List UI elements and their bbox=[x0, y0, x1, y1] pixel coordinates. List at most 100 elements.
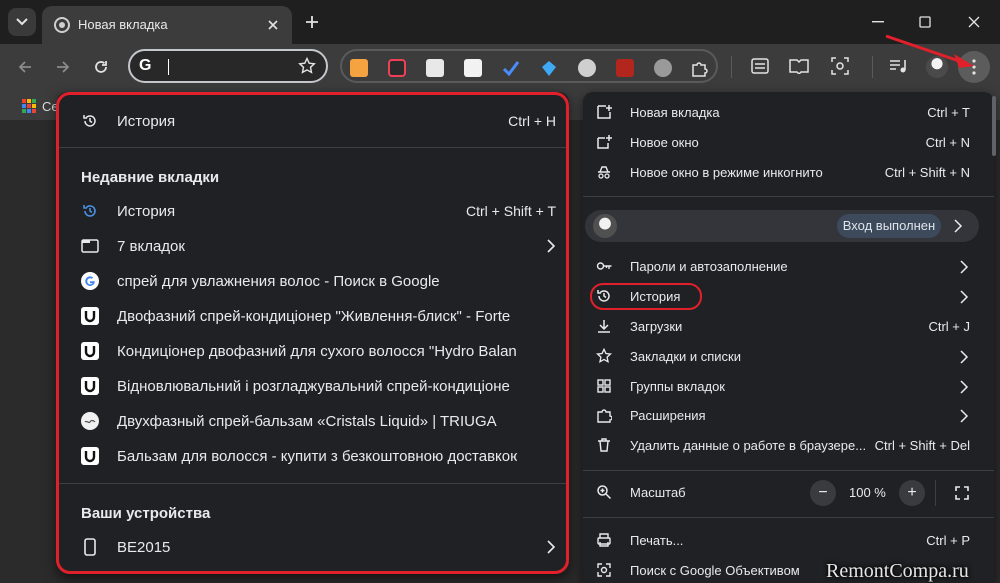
toolbar: G bbox=[0, 44, 1000, 90]
reading-list-icon[interactable] bbox=[750, 56, 770, 76]
menu-item-history[interactable]: История bbox=[583, 282, 994, 312]
puzzle-icon[interactable] bbox=[690, 59, 708, 77]
profile-avatar[interactable] bbox=[926, 56, 948, 78]
menu-item-label: Новая вкладка bbox=[630, 105, 720, 120]
zoom-in-button[interactable]: + bbox=[899, 480, 925, 506]
globe-extension-icon[interactable] bbox=[578, 59, 596, 77]
phone-icon bbox=[81, 538, 99, 556]
plus-icon bbox=[306, 16, 318, 28]
zoom-level: 100 % bbox=[849, 485, 886, 500]
address-input[interactable] bbox=[166, 57, 290, 77]
menu-item-bookmarks[interactable]: Закладки и списки bbox=[583, 342, 994, 372]
shortcut-text: Ctrl + T bbox=[927, 105, 970, 120]
chevron-right-icon bbox=[547, 239, 556, 253]
recent-tab-item[interactable]: Двофазний спрей-кондиціонер "Живлення-бл… bbox=[57, 299, 569, 333]
history-menu-item[interactable]: История Ctrl + H bbox=[57, 104, 569, 138]
menu-item-label: Пароли и автозаполнение bbox=[630, 259, 788, 274]
menu-item-zoom: Масштаб − 100 % + bbox=[583, 478, 994, 508]
arrow-left-icon bbox=[18, 61, 31, 73]
chevron-right-icon bbox=[547, 540, 556, 554]
record-extension-icon[interactable] bbox=[654, 59, 672, 77]
menu-item-print[interactable]: Печать... Ctrl + P bbox=[583, 526, 994, 556]
recent-tab-item[interactable]: спрей для увлажнения волос - Поиск в Goo… bbox=[57, 264, 569, 298]
chevron-down-icon bbox=[16, 18, 28, 26]
menu-item-new-window[interactable]: Новое окно Ctrl + N bbox=[583, 128, 994, 158]
history-label: История bbox=[117, 113, 176, 130]
close-tab-icon[interactable] bbox=[264, 16, 282, 34]
device-item[interactable]: BE2015 bbox=[57, 530, 569, 564]
tab-title: Новая вкладка bbox=[78, 17, 168, 32]
profile-row[interactable]: Вход выполнен bbox=[585, 210, 979, 242]
new-tab-icon bbox=[596, 104, 612, 120]
google-icon bbox=[81, 272, 99, 290]
extensions-group bbox=[340, 49, 718, 83]
reload-button[interactable] bbox=[88, 54, 114, 80]
menu-item-tab-groups[interactable]: Группы вкладок bbox=[583, 372, 994, 402]
chrome-menu-button[interactable] bbox=[958, 51, 990, 83]
menu-item-incognito[interactable]: Новое окно в режиме инкогнито Ctrl + Shi… bbox=[583, 158, 994, 188]
apps-grid-icon[interactable] bbox=[22, 99, 36, 113]
reader-mode-icon[interactable] bbox=[789, 56, 809, 76]
divider bbox=[935, 480, 936, 506]
c-extension-icon[interactable] bbox=[464, 59, 482, 77]
reload-icon bbox=[95, 61, 107, 73]
device-label: BE2015 bbox=[117, 539, 171, 556]
incognito-icon bbox=[596, 164, 612, 180]
recent-tab-item[interactable]: Відновлювальний і розгладжувальний спрей… bbox=[57, 369, 569, 403]
chevron-right-icon bbox=[954, 219, 963, 233]
address-bar[interactable]: G bbox=[128, 49, 328, 83]
menu-item-clear-data[interactable]: Удалить данные о работе в браузере... Ct… bbox=[583, 431, 994, 461]
history-icon bbox=[81, 112, 99, 130]
menu-item-label: Масштаб bbox=[630, 485, 686, 500]
recent-tab-item[interactable]: Бальзам для волосся - купити з безкоштов… bbox=[57, 439, 569, 473]
menu-item-label: Поиск с Google Объективом bbox=[630, 563, 800, 578]
menu-item-extensions[interactable]: Расширения bbox=[583, 401, 994, 431]
site-u-icon bbox=[81, 447, 99, 465]
divider bbox=[583, 517, 994, 518]
menu-item-new-tab[interactable]: Новая вкладка Ctrl + T bbox=[583, 98, 994, 128]
grid-icon bbox=[596, 378, 612, 394]
download-icon bbox=[596, 318, 612, 334]
recent-item-label: Двухфазный спрей-бальзам «Cristals Liqui… bbox=[117, 413, 497, 430]
menu-item-downloads[interactable]: Загрузки Ctrl + J bbox=[583, 312, 994, 342]
bookmark-star-icon[interactable] bbox=[298, 56, 316, 80]
maximize-button[interactable] bbox=[913, 11, 937, 33]
menu-scrollbar[interactable] bbox=[992, 96, 996, 156]
new-tab-button[interactable] bbox=[300, 10, 324, 34]
puzzle-icon bbox=[596, 407, 612, 423]
checkmark-extension-icon[interactable] bbox=[502, 59, 520, 77]
tab-strip: Новая вкладка bbox=[0, 0, 1000, 44]
menu-item-label: Новое окно в режиме инкогнито bbox=[630, 165, 823, 180]
menu-item-passwords[interactable]: Пароли и автозаполнение bbox=[583, 252, 994, 282]
rss-extension-icon[interactable] bbox=[350, 59, 368, 77]
close-window-button[interactable] bbox=[962, 11, 986, 33]
recent-tab-item[interactable]: Двухфазный спрей-бальзам «Cristals Liqui… bbox=[57, 404, 569, 438]
zoom-out-button[interactable]: − bbox=[810, 480, 836, 506]
toolbar-divider bbox=[731, 56, 732, 78]
back-button[interactable] bbox=[12, 54, 38, 80]
arrow-right-icon bbox=[57, 61, 70, 73]
recent-history-item[interactable]: История Ctrl + Shift + T bbox=[57, 194, 569, 228]
forward-button[interactable] bbox=[50, 54, 76, 80]
screenshot-icon[interactable] bbox=[830, 56, 850, 76]
recent-item-label: История bbox=[117, 203, 176, 220]
site-u-icon bbox=[81, 377, 99, 395]
key-icon bbox=[596, 258, 612, 274]
diamond-extension-icon[interactable] bbox=[540, 59, 558, 77]
menu-item-label: Группы вкладок bbox=[630, 379, 725, 394]
trash-icon bbox=[596, 437, 612, 453]
shortcut-text: Ctrl + Shift + Del bbox=[874, 438, 970, 453]
tab-new-tab[interactable]: Новая вкладка bbox=[42, 6, 292, 44]
menu-item-label: Новое окно bbox=[630, 135, 699, 150]
save-extension-icon[interactable] bbox=[426, 59, 444, 77]
recent-window-item[interactable]: 7 вкладок bbox=[57, 229, 569, 263]
recent-tab-item[interactable]: Кондиціонер двофазний для сухого волосся… bbox=[57, 334, 569, 368]
minimize-button[interactable] bbox=[866, 11, 890, 33]
tab-search-button[interactable] bbox=[8, 8, 36, 36]
shortcut-text: Ctrl + P bbox=[926, 533, 970, 548]
ublock-extension-icon[interactable] bbox=[616, 59, 634, 77]
media-control-icon[interactable] bbox=[888, 56, 908, 76]
fullscreen-icon[interactable] bbox=[951, 482, 973, 504]
pocket-extension-icon[interactable] bbox=[388, 59, 406, 77]
chevron-right-icon bbox=[960, 260, 969, 274]
